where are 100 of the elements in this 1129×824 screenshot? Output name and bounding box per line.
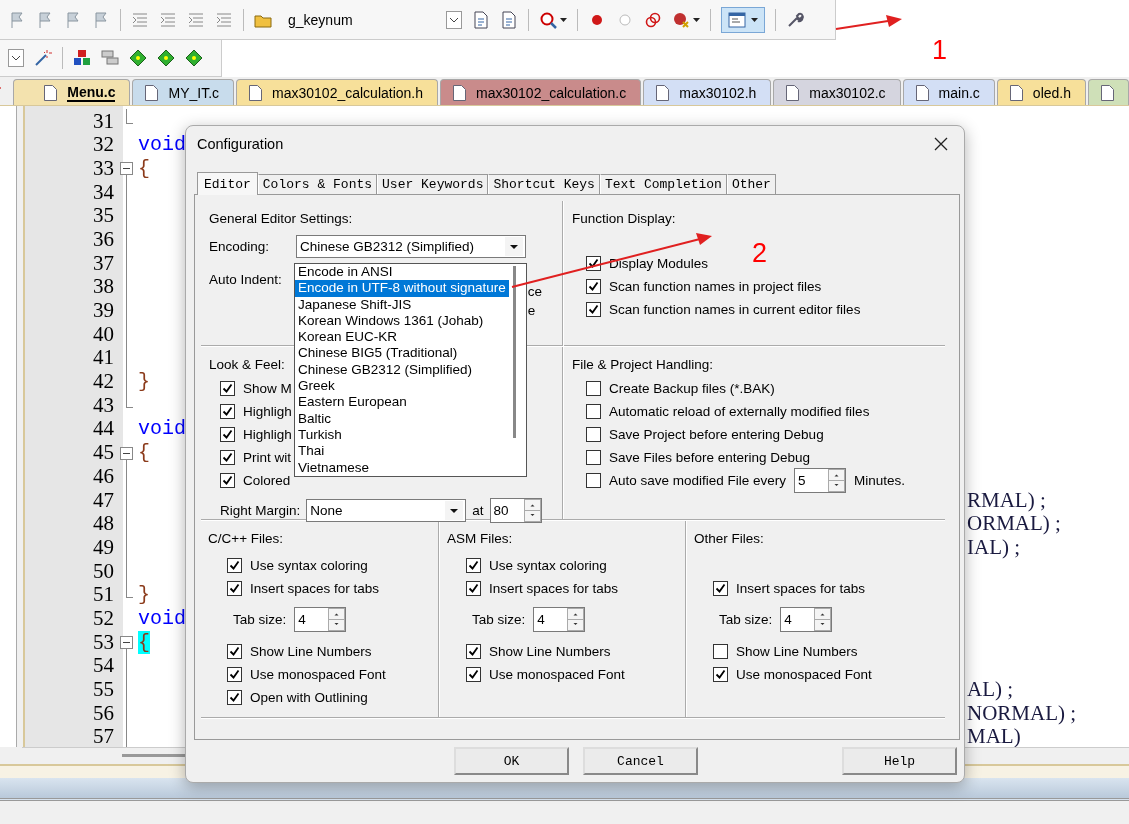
margin-spin-field[interactable]: 80 [489, 498, 542, 523]
dialog-tab[interactable]: Colors & Fonts [257, 174, 378, 194]
checkbox[interactable] [713, 666, 728, 682]
dropdown-option[interactable]: Vietnamese [295, 459, 373, 476]
file-tab[interactable]: MY_IT.c [132, 79, 235, 105]
dropdown-option[interactable]: Japanese Shift-JIS [295, 296, 415, 313]
checkbox-label: Use syntax coloring [250, 557, 368, 573]
dropdown-option[interactable]: Chinese GB2312 (Simplified) [295, 361, 476, 379]
checkbox[interactable] [227, 689, 242, 705]
window-button[interactable] [721, 6, 765, 33]
dropdown-option[interactable]: Encode in UTF-8 without signature [295, 280, 509, 297]
checkbox[interactable] [586, 301, 601, 317]
checkbox[interactable] [227, 580, 242, 596]
stack-icon[interactable] [101, 49, 119, 67]
dropdown-option[interactable]: Thai [295, 443, 328, 460]
tab-size-field[interactable]: 4 [533, 607, 586, 632]
checkbox[interactable] [227, 643, 242, 659]
diamond-icon[interactable] [185, 49, 203, 67]
checkbox-label: Show Line Numbers [489, 643, 611, 659]
checkbox[interactable] [220, 472, 235, 488]
code-text: } [138, 583, 150, 607]
dropdown-option[interactable]: Eastern European [295, 394, 410, 411]
dropdown-option[interactable]: Korean Windows 1361 (Johab) [295, 312, 487, 330]
file-tab[interactable]: max30102.c [773, 79, 901, 105]
document-icon[interactable] [472, 10, 490, 29]
checkbox[interactable] [586, 472, 601, 488]
blocks-icon[interactable] [73, 49, 91, 67]
checkbox[interactable] [220, 449, 235, 465]
fold-minus-icon[interactable] [119, 636, 133, 650]
dialog-button[interactable]: OK [454, 747, 569, 775]
checkbox[interactable] [713, 643, 728, 659]
caret-icon[interactable] [693, 17, 700, 22]
encoding-select[interactable]: Chinese GB2312 (Simplified) [296, 235, 526, 258]
document-icon [1009, 84, 1023, 101]
dropdown-option[interactable]: Baltic [295, 410, 334, 427]
caret-icon[interactable] [560, 17, 567, 22]
checkbox-label: Insert spaces for tabs [489, 580, 619, 596]
breakpoint-cross-icon[interactable] [672, 10, 690, 29]
code-text: NORMAL) ; [967, 700, 1077, 725]
checkbox-label: Use monospaced Font [736, 666, 872, 682]
diamond-icon[interactable] [157, 49, 175, 67]
diamond-icon[interactable] [129, 49, 147, 67]
magnifier-icon[interactable] [539, 10, 557, 29]
spin-arrows-icon[interactable] [814, 608, 832, 631]
dropdown-option[interactable]: Greek [295, 378, 338, 395]
checkbox[interactable] [220, 403, 235, 419]
rings-icon[interactable] [644, 10, 662, 29]
code-text: { [138, 630, 150, 654]
checkbox[interactable] [466, 666, 481, 682]
file-tab[interactable]: max30102.h [643, 79, 772, 105]
wand-icon[interactable] [34, 49, 52, 67]
right-margin-select[interactable]: None [306, 499, 467, 522]
checkbox[interactable] [466, 580, 481, 596]
checkbox[interactable] [586, 449, 601, 465]
checkbox[interactable] [227, 557, 242, 573]
dropdown-option[interactable]: Turkish [295, 426, 345, 444]
dropdown-icon[interactable] [8, 49, 24, 67]
dropdown-option[interactable]: Encode in ANSI [295, 264, 396, 281]
tab-size-field[interactable]: 4 [294, 607, 347, 632]
dialog-button[interactable]: Help [842, 747, 957, 775]
checkbox[interactable] [586, 403, 601, 419]
checkbox[interactable] [220, 380, 235, 396]
spin-arrows-icon[interactable] [567, 608, 585, 631]
file-tab[interactable]: main.c [902, 79, 995, 105]
checkbox[interactable] [586, 380, 601, 396]
fold-minus-icon[interactable] [119, 162, 133, 176]
section-title: C/C++ Files: [208, 531, 284, 546]
file-tab[interactable]: max30102_calculation.h [236, 79, 439, 105]
code-text: AL) ; [967, 677, 1014, 701]
spin-arrows-icon[interactable] [328, 608, 346, 631]
symbol-field[interactable]: g_keynum [282, 7, 462, 32]
dialog-tab[interactable]: Other [726, 174, 776, 194]
file-tab[interactable]: max30102_calculation.c [440, 79, 642, 105]
checkbox[interactable] [466, 557, 481, 573]
dialog-tab[interactable]: Text Completion [599, 174, 727, 194]
file-tab[interactable]: Menu.c [13, 79, 131, 105]
dropdown-option[interactable]: Chinese BIG5 (Traditional) [295, 345, 461, 362]
tab-size-field[interactable]: 4 [780, 607, 833, 632]
spin-arrows-icon[interactable] [828, 468, 846, 492]
dropdown-option[interactable]: Korean EUC-KR [295, 329, 401, 346]
dialog-tab[interactable]: User Keywords [377, 174, 489, 194]
close-icon[interactable] [934, 137, 948, 151]
checkbox[interactable] [227, 666, 242, 682]
dialog-button[interactable]: Cancel [583, 747, 698, 775]
checkbox[interactable] [586, 426, 601, 442]
file-tab[interactable] [1088, 79, 1129, 105]
dialog-tab[interactable]: Shortcut Keys [488, 174, 600, 194]
checkbox[interactable] [713, 580, 728, 596]
code-text: IAL) ; [967, 534, 1021, 559]
dialog-tab[interactable]: Editor [197, 172, 258, 195]
document-icon[interactable] [500, 10, 518, 29]
fold-minus-icon[interactable] [119, 446, 133, 460]
checkbox[interactable] [466, 643, 481, 659]
minutes-spin-field[interactable]: 5 [794, 467, 847, 493]
wrench-icon[interactable] [786, 10, 804, 29]
checkbox[interactable] [586, 278, 601, 294]
spin-arrows-icon[interactable] [523, 499, 541, 522]
fold-end-line [125, 109, 133, 124]
file-tab[interactable]: oled.h [996, 79, 1086, 105]
checkbox[interactable] [220, 426, 235, 442]
